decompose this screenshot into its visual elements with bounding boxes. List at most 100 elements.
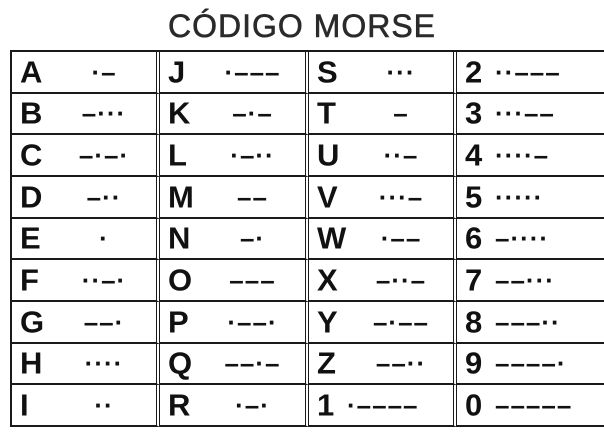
morse-cell: B –··· xyxy=(12,93,160,136)
morse-character: K xyxy=(168,95,191,131)
morse-code: ···· xyxy=(84,348,124,379)
morse-cell: M –– xyxy=(160,177,309,219)
morse-character: 9 xyxy=(465,345,483,381)
morse-character: W xyxy=(317,220,347,256)
morse-cell: 2 ··––– xyxy=(457,52,604,94)
morse-code: ·–· xyxy=(235,390,270,421)
morse-cell: Z ––·· xyxy=(309,343,457,386)
morse-code: –·–· xyxy=(78,140,130,171)
morse-cell: J ·––– xyxy=(160,52,309,94)
morse-code: ··– xyxy=(383,140,419,171)
morse-code: ––– xyxy=(229,265,276,296)
morse-cell: 5 ····· xyxy=(457,177,604,219)
morse-code: ·· xyxy=(94,390,114,421)
morse-code: –– xyxy=(237,181,268,212)
morse-cell: L ·–·· xyxy=(160,135,309,177)
morse-code: –···· xyxy=(495,223,550,254)
morse-cell: D –·· xyxy=(12,177,160,219)
morse-cell: 4 ····– xyxy=(457,135,604,177)
morse-character: Y xyxy=(317,304,338,340)
morse-code: ·– xyxy=(91,56,117,87)
morse-character: 3 xyxy=(465,95,483,131)
morse-cell: F ··–· xyxy=(12,260,160,302)
morse-cell: I ·· xyxy=(12,385,160,427)
morse-code: ····· xyxy=(495,181,544,212)
morse-character: 4 xyxy=(465,137,483,173)
morse-cell: C –·–· xyxy=(12,135,160,177)
morse-code: –··· xyxy=(81,98,127,129)
morse-code: · xyxy=(99,223,109,254)
morse-character: Z xyxy=(317,345,336,381)
morse-code: ––––· xyxy=(495,348,567,379)
morse-character: U xyxy=(317,137,340,173)
morse-cell: R ·–· xyxy=(160,385,309,427)
morse-cell: O ––– xyxy=(160,260,309,302)
morse-character: 6 xyxy=(465,220,483,256)
morse-cell: H ···· xyxy=(12,343,160,386)
morse-code: ··· xyxy=(386,56,416,87)
morse-character: H xyxy=(20,345,43,381)
morse-cell: A ·– xyxy=(12,52,160,94)
morse-table: A ·– J ·––– S ··· 2 ··––– B –··· K –·– T –3 ···–– C –·–·… xyxy=(10,50,604,427)
morse-character: S xyxy=(317,54,338,90)
morse-cell: E · xyxy=(12,218,160,261)
morse-character: N xyxy=(168,220,191,256)
morse-cell: 8 –––·· xyxy=(457,302,604,344)
morse-code: ····– xyxy=(495,140,550,171)
morse-code: –·–– xyxy=(372,306,430,337)
morse-character: F xyxy=(20,262,39,298)
morse-character: Q xyxy=(168,345,193,381)
morse-character: 5 xyxy=(465,179,483,215)
morse-character: 7 xyxy=(465,262,483,298)
morse-character: P xyxy=(168,304,189,340)
morse-code: –––·· xyxy=(495,306,561,337)
morse-character: E xyxy=(20,220,41,256)
morse-cell: 7 ––··· xyxy=(457,260,604,302)
morse-cell: G ––· xyxy=(12,302,160,344)
morse-character: T xyxy=(317,95,336,131)
morse-cell: Y –·–– xyxy=(309,302,457,344)
morse-character: A xyxy=(20,54,43,90)
morse-character: 1 xyxy=(317,387,335,423)
morse-character: D xyxy=(20,179,43,215)
morse-cell: 3 ···–– xyxy=(457,94,604,136)
morse-cell: W ·–– xyxy=(309,218,457,261)
morse-cell: V ···– xyxy=(309,177,457,219)
morse-chart-page: CÓDIGO MORSE A ·– J ·––– S ··· 2 ··––– B –··· K –·–… xyxy=(0,0,604,432)
morse-code: ··––– xyxy=(495,56,561,87)
morse-character: M xyxy=(168,179,194,215)
morse-code: ––··· xyxy=(495,265,555,296)
morse-code: ·––· xyxy=(227,306,278,337)
morse-code: ·–––– xyxy=(347,390,419,421)
morse-cell: X –··– xyxy=(309,260,457,302)
morse-cell: 1 ·–––– xyxy=(309,385,457,427)
morse-code: –· xyxy=(239,223,266,254)
morse-code: ––·– xyxy=(224,348,281,379)
morse-code: –··– xyxy=(375,265,427,296)
morse-cell: 6 –···· xyxy=(457,219,604,261)
morse-character: 2 xyxy=(465,54,483,90)
morse-cell: S ··· xyxy=(309,52,457,94)
morse-cell: U ··– xyxy=(309,135,457,177)
morse-character: O xyxy=(168,262,193,298)
morse-code: ·–– xyxy=(380,223,422,254)
morse-cell: 9 ––––· xyxy=(457,344,604,386)
morse-character: 8 xyxy=(465,304,483,340)
morse-character: 0 xyxy=(465,387,483,423)
morse-character: C xyxy=(20,137,43,173)
morse-code: ··–· xyxy=(81,265,127,296)
morse-code: – xyxy=(393,98,409,129)
morse-code: ·––– xyxy=(224,56,281,87)
morse-cell: P ·––· xyxy=(160,302,309,344)
morse-code: ––·· xyxy=(375,348,427,379)
morse-character: J xyxy=(168,54,186,90)
morse-code: ·–·· xyxy=(230,140,275,171)
morse-code: –·– xyxy=(232,98,273,129)
morse-cell: T – xyxy=(309,93,457,136)
morse-character: B xyxy=(20,95,43,131)
morse-cell: 0 ––––– xyxy=(457,385,604,427)
morse-character: L xyxy=(168,137,187,173)
morse-code: ···–– xyxy=(495,98,555,129)
morse-cell: Q ––·– xyxy=(160,343,309,386)
morse-cell: K –·– xyxy=(160,93,309,136)
